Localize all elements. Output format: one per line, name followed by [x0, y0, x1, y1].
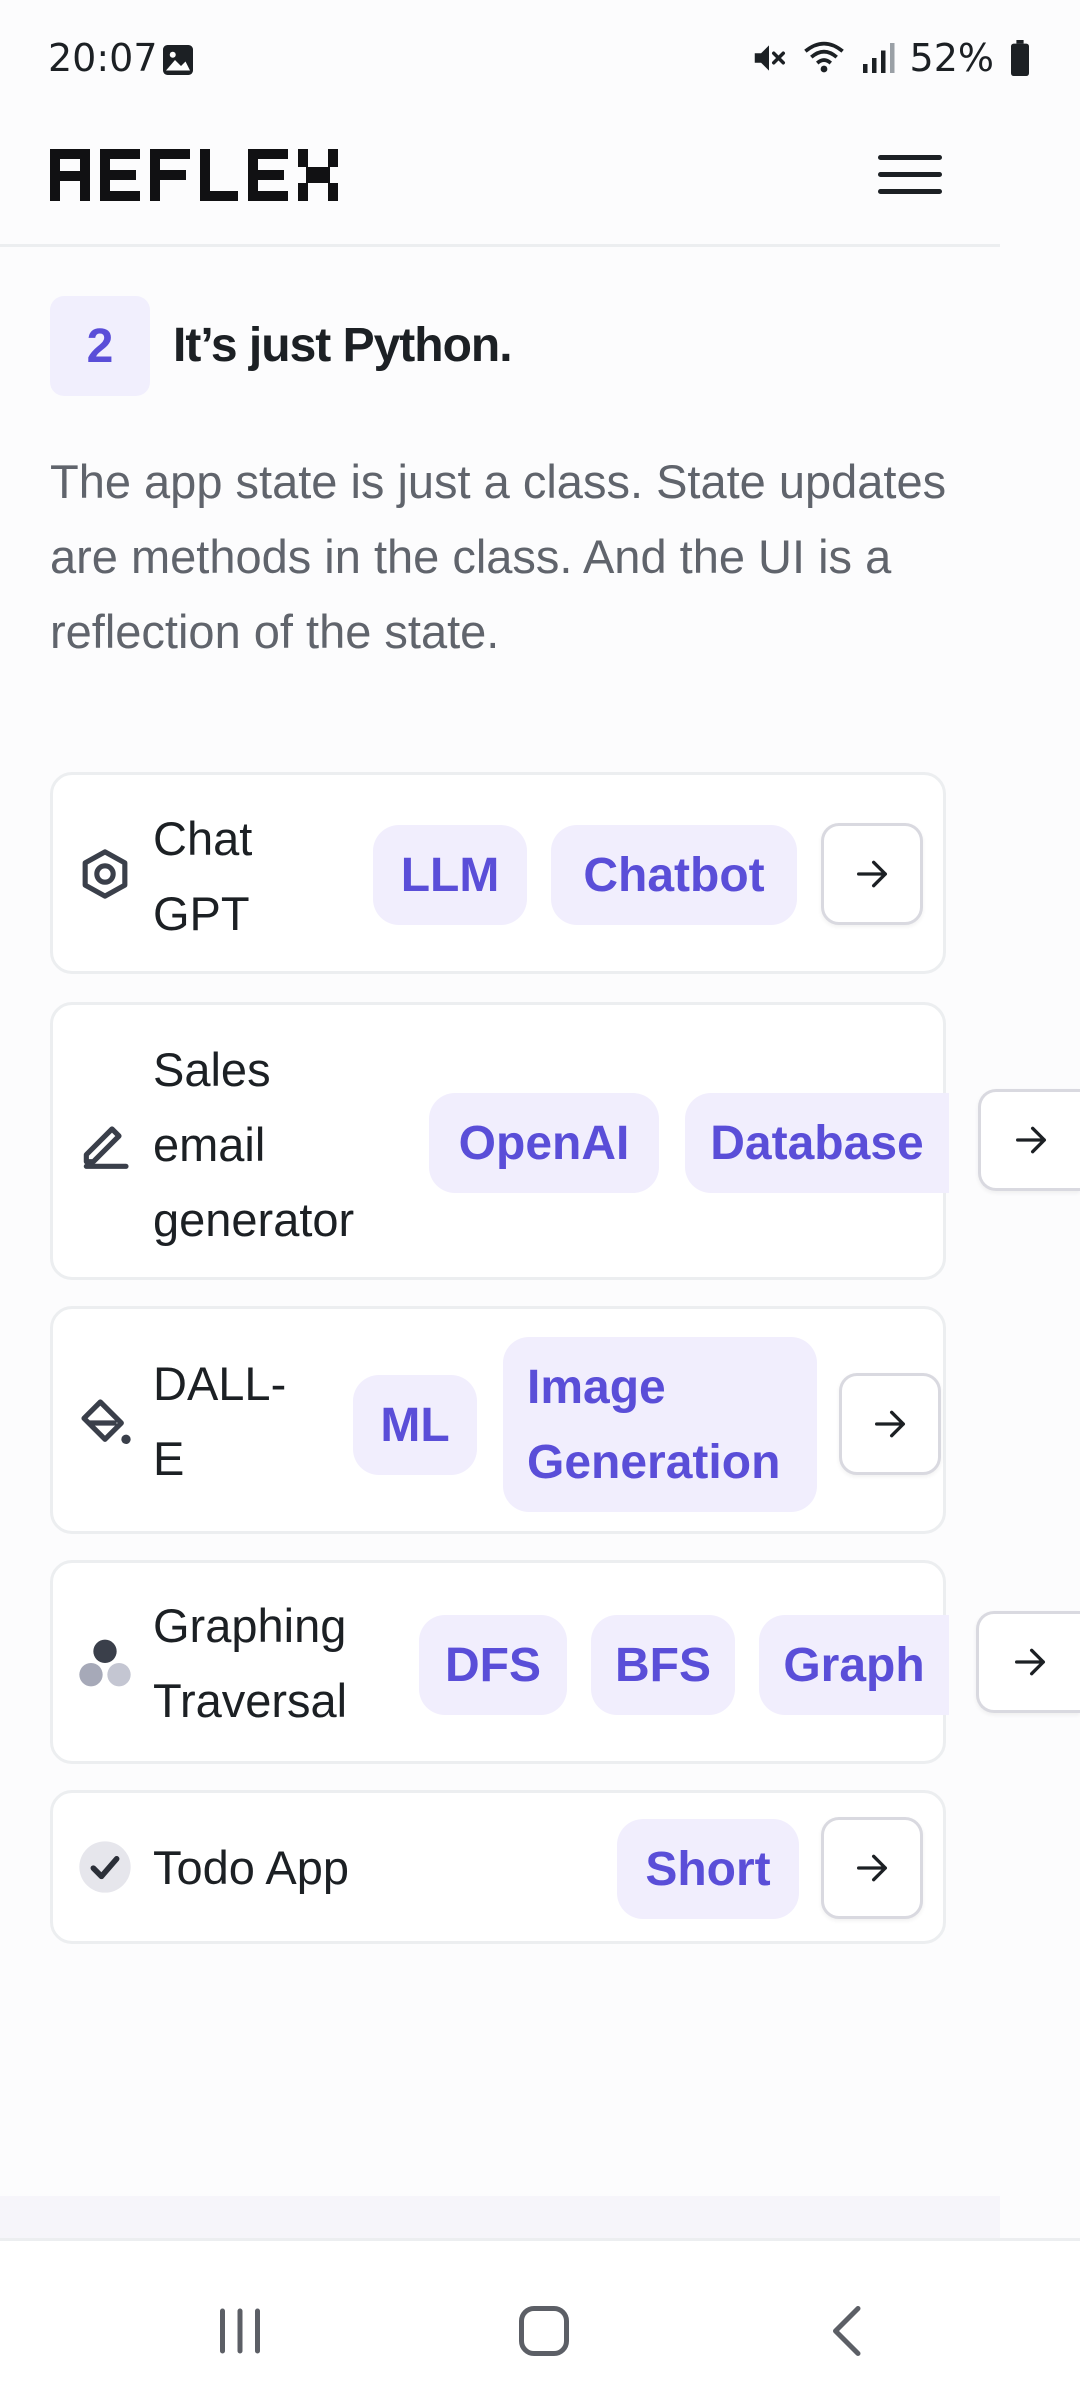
section-divider	[0, 2196, 1000, 2238]
status-bar: 20:07 52%	[0, 0, 1080, 120]
arrow-right-icon	[875, 1410, 905, 1438]
example-title: Todo App	[153, 1841, 350, 1894]
home-button[interactable]	[504, 2291, 584, 2371]
signal-icon	[862, 43, 895, 73]
arrow-right-icon	[857, 860, 887, 888]
example-card-sales-email-generator[interactable]: Sales email generator OpenAI Database	[50, 1002, 949, 1280]
section-title: It’s just Python.	[173, 319, 513, 372]
tag-dfs[interactable]: DFS	[419, 1615, 567, 1715]
recent-apps-button[interactable]	[200, 2291, 280, 2371]
reflex-logo-mark	[50, 149, 338, 201]
back-button[interactable]	[808, 2291, 888, 2371]
image-notification-icon	[163, 45, 193, 75]
open-example-button[interactable]	[821, 823, 923, 925]
tag-image-generation[interactable]: Image Generation	[503, 1337, 817, 1512]
status-icons: 52%	[750, 36, 1032, 80]
example-card-graphing-traversal[interactable]: Graphing Traversal DFS BFS Graph	[50, 1560, 949, 1764]
tag-database[interactable]: Database	[685, 1093, 949, 1193]
site-header	[0, 120, 1000, 247]
recent-apps-icon	[220, 2308, 260, 2354]
arrow-right-icon	[857, 1854, 887, 1882]
section-description: The app state is just a class. State upd…	[50, 455, 947, 658]
step-number-badge: 2	[50, 296, 150, 396]
hamburger-icon	[878, 155, 942, 194]
tag-bfs[interactable]: BFS	[591, 1615, 735, 1715]
check-circle-icon	[77, 1839, 133, 1895]
example-card-chat-gpt[interactable]: Chat GPT LLM Chatbot	[50, 772, 946, 974]
tag-chatbot[interactable]: Chatbot	[551, 825, 797, 925]
open-example-button[interactable]	[821, 1817, 923, 1919]
graph-dots-icon	[77, 1635, 133, 1691]
back-icon	[833, 2306, 861, 2356]
battery-icon	[1011, 40, 1029, 76]
hamburger-menu-button[interactable]	[870, 135, 950, 215]
example-title: Graphing Traversal	[153, 1599, 348, 1727]
example-card-dall-e[interactable]: DALL- E ML Image Generation	[50, 1306, 946, 1534]
reflex-logo[interactable]	[48, 135, 348, 220]
open-example-button[interactable]	[976, 1611, 1080, 1713]
example-title: Chat GPT	[153, 812, 253, 940]
open-example-button[interactable]	[978, 1089, 1080, 1191]
arrow-right-icon	[1014, 1648, 1045, 1676]
tag-ml[interactable]: ML	[353, 1375, 477, 1475]
tag-openai[interactable]: OpenAI	[429, 1093, 659, 1193]
example-title: DALL- E	[153, 1357, 287, 1485]
battery-percent: 52%	[909, 36, 994, 80]
status-time: 20:07	[48, 36, 158, 80]
paint-bucket-icon	[77, 1395, 133, 1451]
tag-graph[interactable]: Graph	[759, 1615, 949, 1715]
hexagon-icon	[77, 846, 133, 902]
tag-short[interactable]: Short	[617, 1819, 799, 1919]
arrow-right-icon	[1015, 1126, 1046, 1154]
mute-icon	[754, 45, 785, 71]
tag-llm[interactable]: LLM	[373, 825, 527, 925]
system-navigation-bar	[0, 2238, 1080, 2403]
home-icon	[519, 2306, 569, 2356]
pencil-icon	[77, 1115, 133, 1171]
example-title: Sales email generator	[153, 1043, 355, 1246]
open-example-button[interactable]	[839, 1373, 941, 1475]
example-card-todo-app[interactable]: Todo App Short	[50, 1790, 946, 1944]
wifi-icon	[803, 41, 844, 73]
